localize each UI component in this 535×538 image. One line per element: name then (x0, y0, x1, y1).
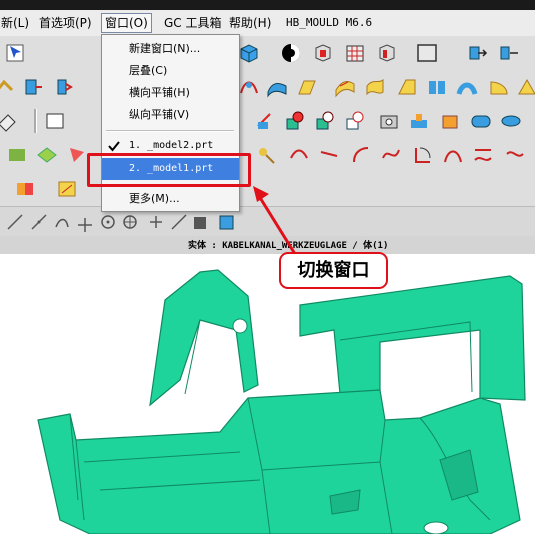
menu-item-label: 层叠(C) (129, 64, 168, 77)
callout-switch-window: 切换窗口 (279, 252, 388, 289)
intersect-curve-icon[interactable] (504, 144, 526, 166)
menu-hb-mould[interactable]: HB_MOULD M6.6 (283, 14, 375, 32)
display-mode-icon[interactable] (280, 42, 302, 64)
menu-separator (106, 130, 234, 132)
menu-preferences[interactable]: 首选项(P) (36, 14, 95, 32)
studio-surface-icon[interactable] (334, 76, 356, 98)
assembly-icon[interactable] (14, 178, 36, 200)
menu-bar: 新(L) 首选项(P) 窗口(O) GC 工具箱 帮助(H) HB_MOULD … (0, 10, 535, 37)
snap-icons (7, 214, 234, 232)
trim-body-icon[interactable] (254, 110, 276, 132)
menu-window[interactable]: 窗口(O) (101, 13, 152, 33)
revolve-icon[interactable] (52, 76, 74, 98)
point-curve-icon[interactable] (288, 144, 310, 166)
menu-item-tile-horizontal[interactable]: 横向平铺(H) (102, 82, 239, 104)
boss-icon[interactable] (408, 110, 430, 132)
pad-icon[interactable] (440, 110, 462, 132)
unite-icon[interactable] (284, 110, 306, 132)
surface-icon[interactable] (266, 76, 288, 98)
bridge-curve-icon[interactable] (442, 144, 464, 166)
section-view-icon[interactable] (376, 42, 398, 64)
toolbar-row-3 (0, 104, 535, 139)
menu-gc-toolbox[interactable]: GC 工具箱 (161, 14, 225, 32)
menu-file-partial[interactable]: 新(L) (0, 14, 32, 32)
background-color-icon[interactable] (416, 42, 438, 64)
flag-icon[interactable] (66, 144, 88, 166)
menu-item-tile-vertical[interactable]: 纵向平铺(V) (102, 104, 239, 126)
block-red-icon[interactable] (312, 42, 334, 64)
toolbar-separator (34, 109, 37, 133)
graphics-viewport[interactable] (0, 254, 535, 535)
menu-item-more[interactable]: 更多(M)... (102, 188, 239, 210)
line-icon[interactable] (318, 144, 340, 166)
menu-item-cascade[interactable]: 层叠(C) (102, 60, 239, 82)
cad-model[interactable] (0, 254, 535, 535)
grid-block-icon[interactable] (344, 42, 366, 64)
eraser-icon[interactable] (0, 110, 18, 132)
key-icon[interactable] (256, 144, 278, 166)
intersect-icon[interactable] (344, 110, 366, 132)
check-icon (108, 141, 120, 152)
face-blend-icon[interactable] (488, 76, 510, 98)
menu-item-label: 新建窗口(N)... (129, 42, 201, 55)
menu-item-label: 横向平铺(H) (129, 86, 190, 99)
title-bar-strip (0, 0, 535, 10)
book-surface-icon[interactable] (426, 76, 448, 98)
arc-icon[interactable] (350, 144, 372, 166)
toolbar-row-4 (0, 138, 535, 173)
mesh-icon[interactable] (36, 144, 58, 166)
project-curve-icon[interactable] (472, 144, 494, 166)
menu-item-new-window[interactable]: 新建窗口(N)... (102, 38, 239, 60)
offset-curve-icon[interactable] (412, 144, 434, 166)
thicken-icon[interactable] (396, 76, 418, 98)
select-tool-icon[interactable] (4, 42, 26, 64)
menu-help[interactable]: 帮助(H) (226, 14, 274, 32)
shaded-cube-icon[interactable] (238, 42, 260, 64)
move-object-icon[interactable] (466, 42, 488, 64)
extrude-icon[interactable] (22, 76, 44, 98)
bridge-surface-icon[interactable] (456, 76, 478, 98)
library-icon[interactable] (6, 144, 28, 166)
menu-item-label: 更多(M)... (129, 192, 180, 205)
offset-face-icon[interactable] (516, 76, 535, 98)
rectangle-icon[interactable] (44, 110, 66, 132)
transform-icon[interactable] (498, 42, 520, 64)
slot-icon[interactable] (470, 110, 492, 132)
styled-sweep-icon[interactable] (364, 76, 386, 98)
annotation-arrow (253, 186, 297, 255)
toolbar-row-2 (0, 70, 535, 105)
menu-item-label: 纵向平铺(V) (129, 108, 190, 121)
sketch-icon[interactable] (0, 76, 16, 98)
subtract-icon[interactable] (314, 110, 336, 132)
drafting-icon[interactable] (56, 178, 78, 200)
spline-icon[interactable] (380, 144, 402, 166)
toolbar-row-1 (0, 36, 535, 71)
curve-mesh-icon[interactable] (238, 76, 260, 98)
tube-icon[interactable] (500, 110, 522, 132)
sweep-icon[interactable] (296, 76, 318, 98)
highlight-box (87, 153, 251, 187)
hole-icon[interactable] (378, 110, 400, 132)
